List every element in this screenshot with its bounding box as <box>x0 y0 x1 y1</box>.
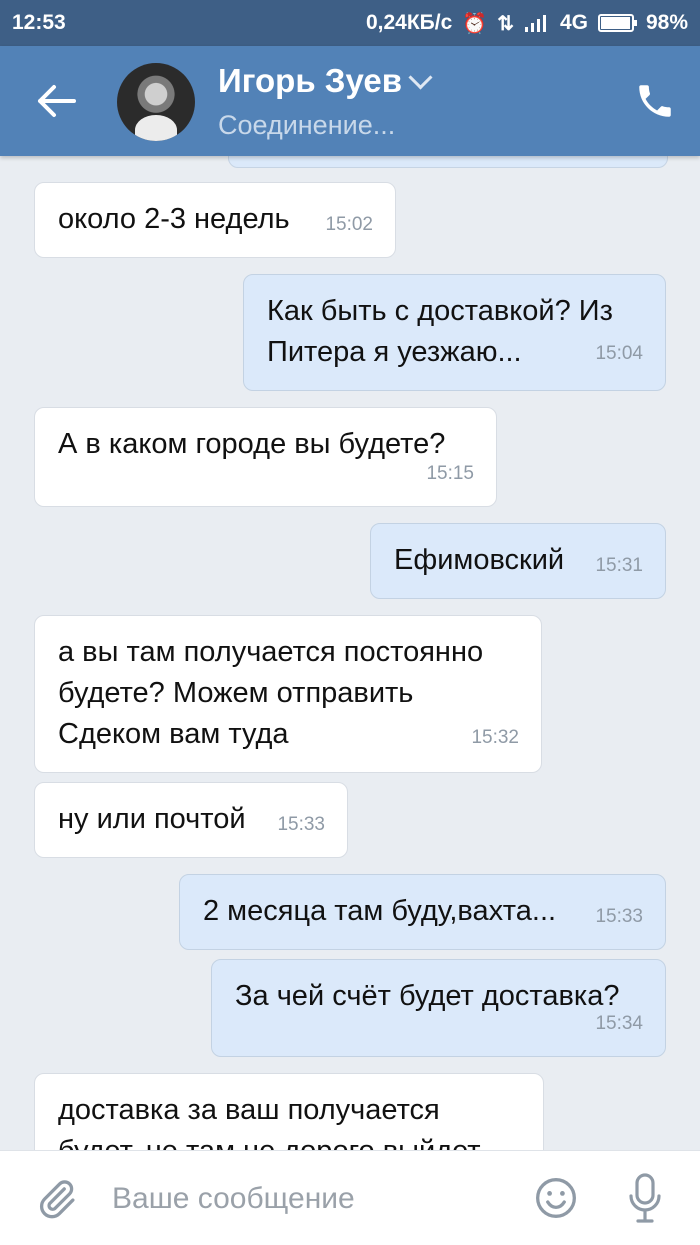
attach-button[interactable] <box>34 1177 78 1221</box>
message-text: Ефимовский <box>394 540 564 581</box>
message-time: 15:15 <box>426 463 474 484</box>
chevron-down-icon <box>408 64 433 90</box>
message-text: За чей счёт будет доставка? <box>235 976 620 1017</box>
status-time: 12:53 <box>12 11 66 34</box>
message-input[interactable] <box>110 1175 494 1223</box>
connection-status: Соединение... <box>218 110 396 140</box>
message-list[interactable]: около 2-3 недель 15:02 Как быть с доставко… <box>0 156 700 1150</box>
status-bar: 12:53 0,24КБ/с ⏰ ⇅ 4G 98% <box>0 0 700 46</box>
message-text-line: 2 месяца там буду,вахта... <box>203 895 557 927</box>
message-text: а вы там получается постоянно будете? Мож… <box>58 632 483 755</box>
message-text-line: около 2-3 недель <box>58 203 290 235</box>
microphone-icon <box>629 1173 661 1223</box>
message-time: 15:34 <box>595 1013 643 1034</box>
message-time: 15:02 <box>325 214 373 235</box>
message-time: 15:04 <box>595 343 643 364</box>
message-time: 15:33 <box>595 906 643 927</box>
message-text: ну или почтой <box>58 799 246 840</box>
message-text-line: Как быть с доставкой? Из <box>267 295 613 327</box>
outgoing-message[interactable]: Ефимовский 15:31 <box>370 523 666 599</box>
message-time: 15:32 <box>471 727 519 748</box>
back-button[interactable] <box>30 81 80 121</box>
contact-name-button[interactable]: Игорь Зуев <box>218 62 433 100</box>
voice-message-button[interactable] <box>628 1173 662 1225</box>
outgoing-message[interactable]: 2 месяца там буду,вахта... 15:33 <box>179 874 666 950</box>
message-text: доставка за ваш получается будет, не там … <box>58 1090 481 1150</box>
paperclip-icon <box>39 1180 75 1219</box>
message-input-bar <box>0 1150 700 1245</box>
outgoing-message[interactable]: За чей счёт будет доставка? 15:34 <box>211 959 666 1057</box>
alarm-icon: ⏰ <box>462 12 488 35</box>
phone-icon <box>639 85 671 117</box>
outgoing-message[interactable]: Как быть с доставкой? Из Питера я уезжаю.… <box>243 274 666 391</box>
data-transfer-icon: ⇅ <box>497 12 514 35</box>
message-text-line: А в каком городе вы будете? <box>58 428 446 460</box>
message-text: А в каком городе вы будете? <box>58 424 445 465</box>
message-text-line: ну или почтой <box>58 803 246 835</box>
incoming-message[interactable]: около 2-3 недель 15:02 <box>34 182 396 258</box>
message-time: 15:31 <box>595 555 643 576</box>
network-type: 4G <box>559 11 588 34</box>
incoming-message[interactable]: а вы там получается постоянно будете? Мож… <box>34 615 542 773</box>
message-text-line: За чей счёт будет доставка? <box>235 980 620 1012</box>
emoji-icon <box>536 1178 576 1218</box>
emoji-button[interactable] <box>534 1176 578 1220</box>
contact-name: Игорь Зуев <box>218 62 403 99</box>
status-indicators: 0,24КБ/с ⏰ ⇅ 4G 98% <box>366 11 688 36</box>
incoming-message[interactable]: доставка за ваш получается будет, не там … <box>34 1073 544 1150</box>
message-text-line: будете? Можем отправить <box>58 677 414 709</box>
message-text-line: будет, не там не дорого выйдет <box>58 1131 481 1150</box>
message-text: 2 месяца там буду,вахта... <box>203 891 556 932</box>
message-text: Как быть с доставкой? Из Питера я уезжаю.… <box>267 291 613 373</box>
net-speed: 0,24КБ/с <box>365 11 453 34</box>
message-text-line: а вы там получается постоянно <box>58 636 484 668</box>
back-arrow-icon <box>38 85 76 117</box>
battery-icon <box>597 14 637 32</box>
battery-percent: 98% <box>645 11 688 34</box>
message-time: 15:33 <box>277 814 325 835</box>
signal-icon <box>524 15 546 32</box>
message-text: около 2-3 недель <box>58 199 290 240</box>
call-button[interactable] <box>634 80 676 122</box>
message-text-line: Ефимовский <box>394 544 565 576</box>
avatar[interactable] <box>117 63 195 141</box>
message-text-line: доставка за ваш получается <box>58 1094 440 1126</box>
incoming-message[interactable]: А в каком городе вы будете? 15:15 <box>34 407 497 507</box>
incoming-message[interactable]: ну или почтой 15:33 <box>34 782 348 858</box>
message-text-line: Сдеком вам туда <box>58 718 289 750</box>
message-bubble-partial <box>228 156 668 168</box>
chat-header: Игорь Зуев Соединение... <box>0 46 700 156</box>
message-text-line: Питера я уезжаю... <box>267 336 522 368</box>
